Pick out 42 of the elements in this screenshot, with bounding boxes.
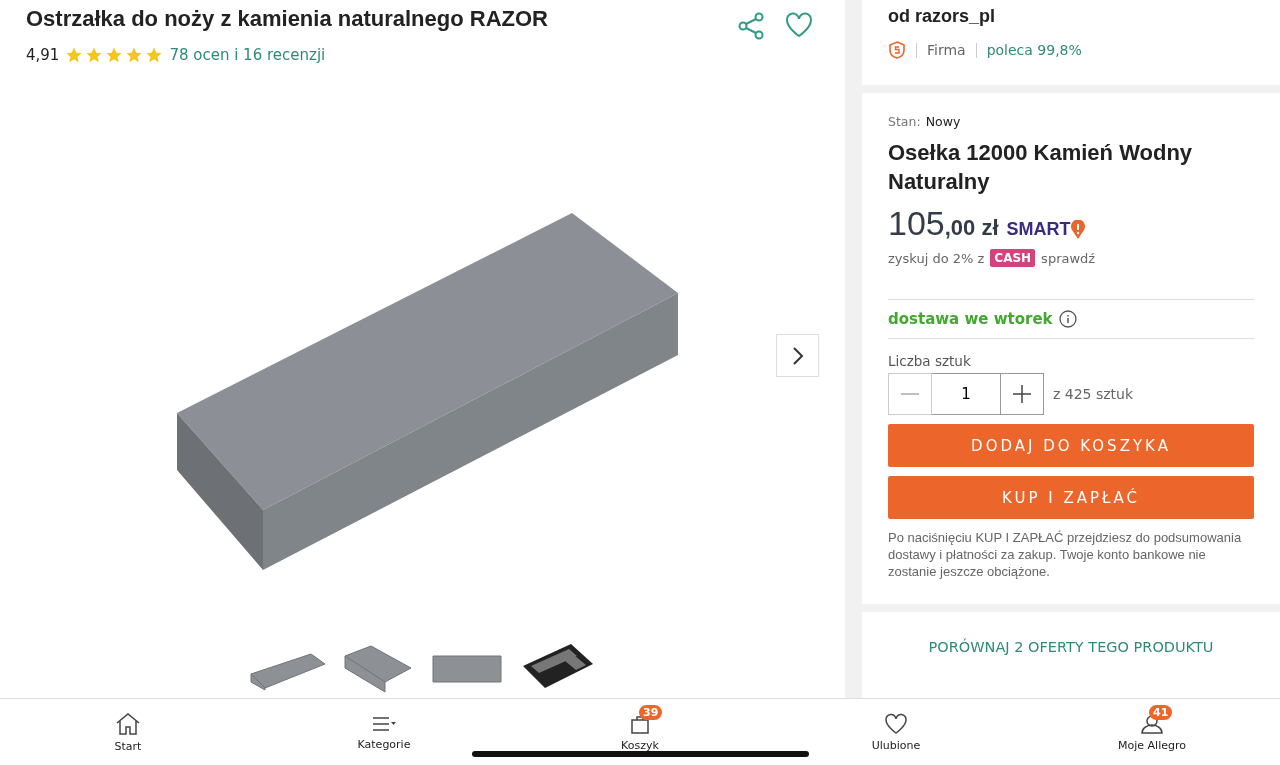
quantity-input[interactable]: 1: [932, 373, 1000, 415]
count-badge: 39: [639, 704, 663, 720]
purchase-note: Po naciśnięciu KUP I ZAPŁAĆ przejdziesz do podsumowania dostawy i płatności za zakup. Twoje konto bankowe nie zostanie jeszcze obciążone.: [888, 529, 1243, 580]
pin-icon: [1070, 220, 1085, 239]
star-icon: [105, 46, 124, 64]
nav-item[interactable]: Kategorie: [256, 699, 512, 765]
star-icon: [125, 46, 144, 64]
next-image-button[interactable]: [776, 334, 819, 377]
check-link[interactable]: sprawdź: [1041, 250, 1096, 266]
star-icon: [65, 46, 84, 64]
offer-title: Osełka 12000 Kamień Wodny Naturalny: [888, 139, 1194, 196]
star-icon: [85, 46, 104, 64]
cash-badge: CASH: [990, 249, 1036, 267]
increase-button[interactable]: [1000, 373, 1044, 415]
star-icon: [145, 46, 164, 64]
heart-icon: [884, 712, 908, 735]
nav-item[interactable]: 41 Moje Allegro: [1024, 699, 1280, 765]
minus-icon: [901, 393, 919, 395]
stock-text: z 425 sztuk: [1053, 386, 1134, 402]
cashback-text: zyskuj do 2% z: [888, 250, 985, 266]
price: 105,00 zł: [888, 204, 999, 243]
condition-label: Stan:: [888, 114, 921, 129]
shield-icon: [888, 41, 906, 59]
rating-value: 4,91: [26, 46, 60, 64]
recommend-rate: poleca 99,8%: [986, 42, 1082, 58]
chevron-right-icon: [791, 345, 804, 366]
smart-logo: SMART: [1006, 219, 1085, 240]
share-icon[interactable]: [737, 12, 765, 40]
product-title: Ostrzałka do noży z kamienia naturalnego RAZOR: [26, 6, 548, 32]
nav-item[interactable]: Ulubione: [768, 699, 1024, 765]
plus-icon: [1013, 385, 1031, 403]
count-badge: 41: [1149, 704, 1173, 720]
condition-value: Nowy: [925, 114, 961, 129]
info-icon[interactable]: [1058, 310, 1077, 328]
quantity-label: Liczba sztuk: [888, 353, 971, 369]
home-icon: [115, 711, 141, 736]
nav-item[interactable]: Start: [0, 699, 256, 765]
seller-type: Firma: [927, 42, 966, 58]
delivery-text: dostawa we wtorek: [888, 310, 1053, 328]
reviews-link[interactable]: 78 ocen i 16 recenzji: [169, 46, 326, 64]
seller-name[interactable]: od razors_pl: [888, 0, 1254, 27]
heart-icon[interactable]: [785, 12, 813, 38]
